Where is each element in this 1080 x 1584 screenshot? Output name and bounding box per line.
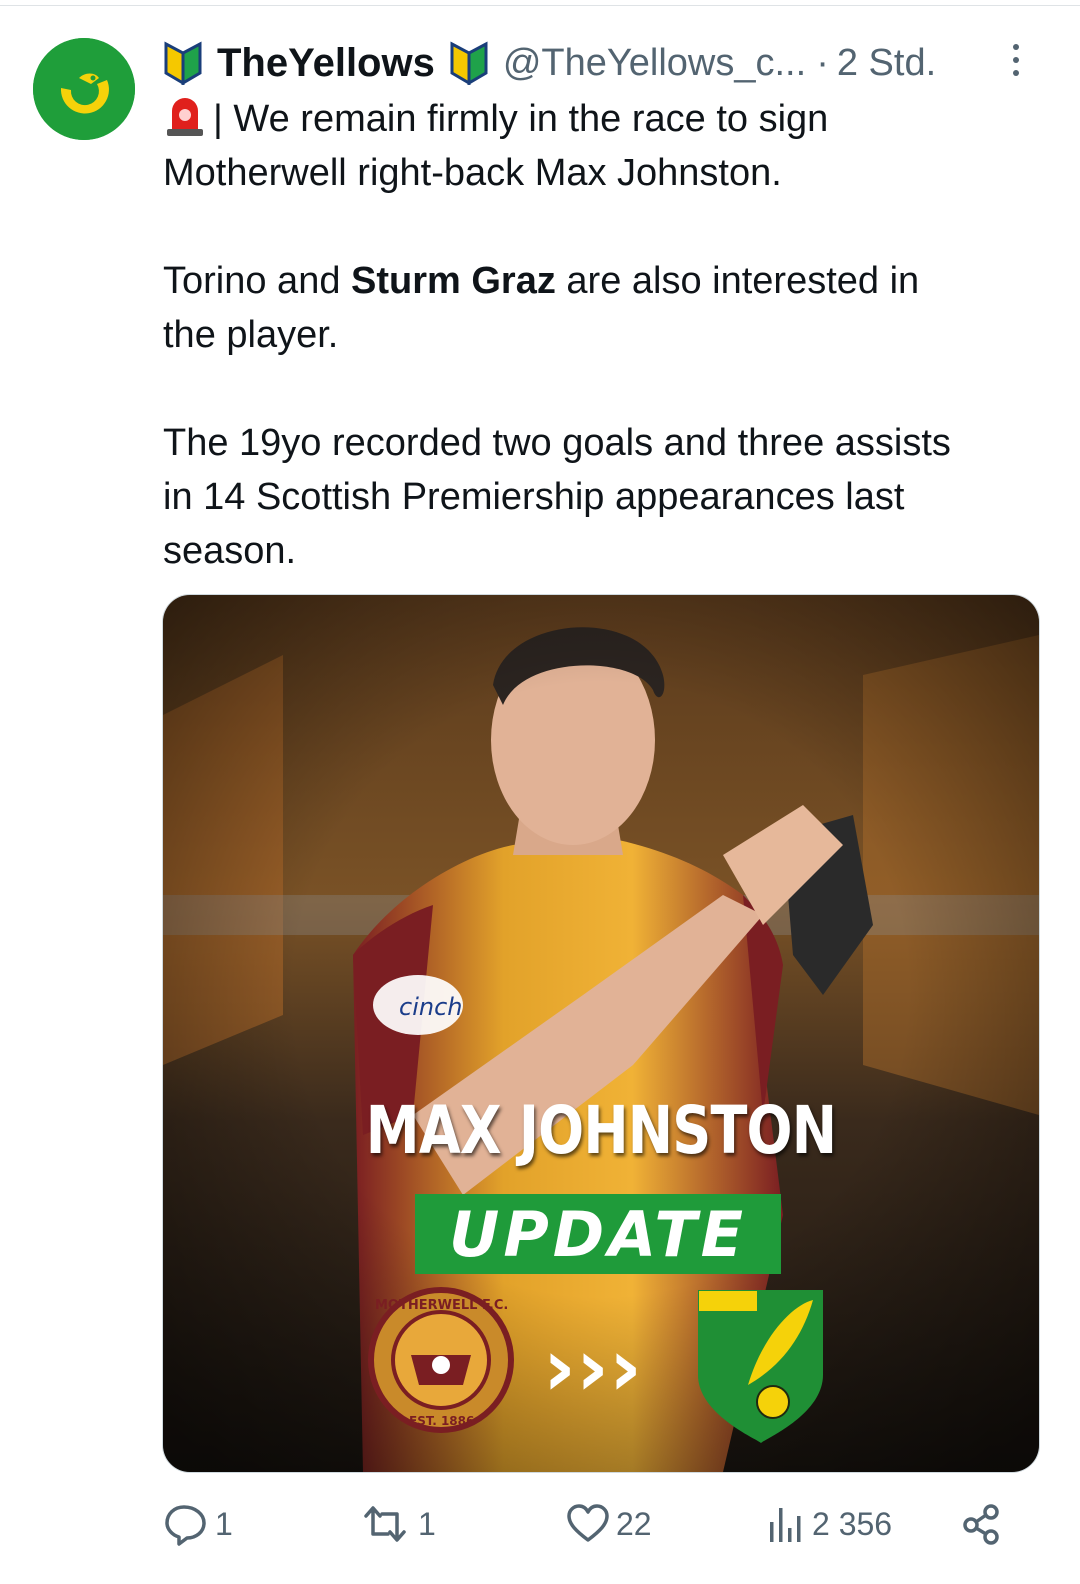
reply-count: 1	[215, 1505, 233, 1542]
reply-button[interactable]: 1	[163, 1502, 233, 1546]
update-banner-label: UPDATE	[449, 1197, 747, 1271]
top-divider	[0, 5, 1080, 6]
player-photo: cinch MOTHERWELL F.C. EST. 1886 ›››	[163, 595, 1039, 1472]
bold-text: Sturm Graz	[351, 260, 556, 302]
beginner-badge-icon	[450, 41, 488, 85]
heart-icon	[567, 1504, 609, 1542]
like-button[interactable]: 22	[566, 1502, 652, 1546]
text-paragraph-3-line-2: in 14 Scottish Premiership appearances l…	[163, 476, 905, 518]
tweet-text: | We remain firmly in the race to sign M…	[163, 92, 1053, 578]
repost-count: 1	[418, 1505, 436, 1542]
crest-est: EST. 1886	[409, 1414, 474, 1428]
siren-icon	[167, 98, 203, 136]
text-span: Torino and	[163, 260, 352, 302]
text-paragraph-2-line-2: the player.	[163, 314, 339, 356]
separator-dot: ·	[816, 41, 829, 84]
text-line-2: Motherwell right-back Max Johnston.	[163, 152, 782, 194]
crest-text: MOTHERWELL F.C.	[375, 1298, 508, 1313]
tweet-actions: 1 1 22 2 356	[0, 1502, 1080, 1550]
update-banner: UPDATE	[415, 1194, 781, 1274]
views-button[interactable]: 2 356	[766, 1502, 892, 1546]
profile-avatar[interactable]	[33, 38, 135, 140]
player-name-overlay: MAX JOHNSTON	[365, 1092, 837, 1169]
beginner-badge-icon	[164, 41, 202, 85]
reply-icon	[165, 1505, 206, 1546]
text-span: are also interested in	[555, 260, 920, 302]
tweet-image[interactable]: cinch MOTHERWELL F.C. EST. 1886 ››› MAX …	[162, 594, 1040, 1473]
share-icon	[963, 1504, 999, 1545]
text-paragraph-3-line-3: season.	[163, 530, 297, 572]
repost-icon	[364, 1506, 406, 1542]
display-name[interactable]: TheYellows	[217, 41, 435, 86]
repost-button[interactable]: 1	[358, 1502, 436, 1546]
analytics-icon	[770, 1508, 801, 1542]
more-options-icon[interactable]	[1004, 40, 1028, 80]
user-handle[interactable]: @TheYellows_c...	[503, 42, 806, 85]
like-count: 22	[616, 1505, 652, 1542]
text-line-1: | We remain firmly in the race to sign	[213, 98, 829, 140]
motherwell-crest-icon: MOTHERWELL F.C. EST. 1886	[368, 1287, 514, 1433]
tweet-header: TheYellows @TheYellows_c... · 2 Std.	[163, 36, 936, 90]
canary-logo-icon	[33, 38, 135, 140]
text-paragraph-3-line-1: The 19yo recorded two goals and three as…	[163, 422, 951, 464]
timestamp[interactable]: 2 Std.	[837, 42, 936, 85]
text-paragraph-2: Torino and Sturm Graz are also intereste…	[163, 254, 1053, 308]
share-button[interactable]	[960, 1502, 1010, 1546]
views-count: 2 356	[812, 1505, 893, 1542]
text-line: | We remain firmly in the race to sign	[163, 92, 1053, 146]
transfer-arrows: ›››	[543, 1321, 642, 1414]
